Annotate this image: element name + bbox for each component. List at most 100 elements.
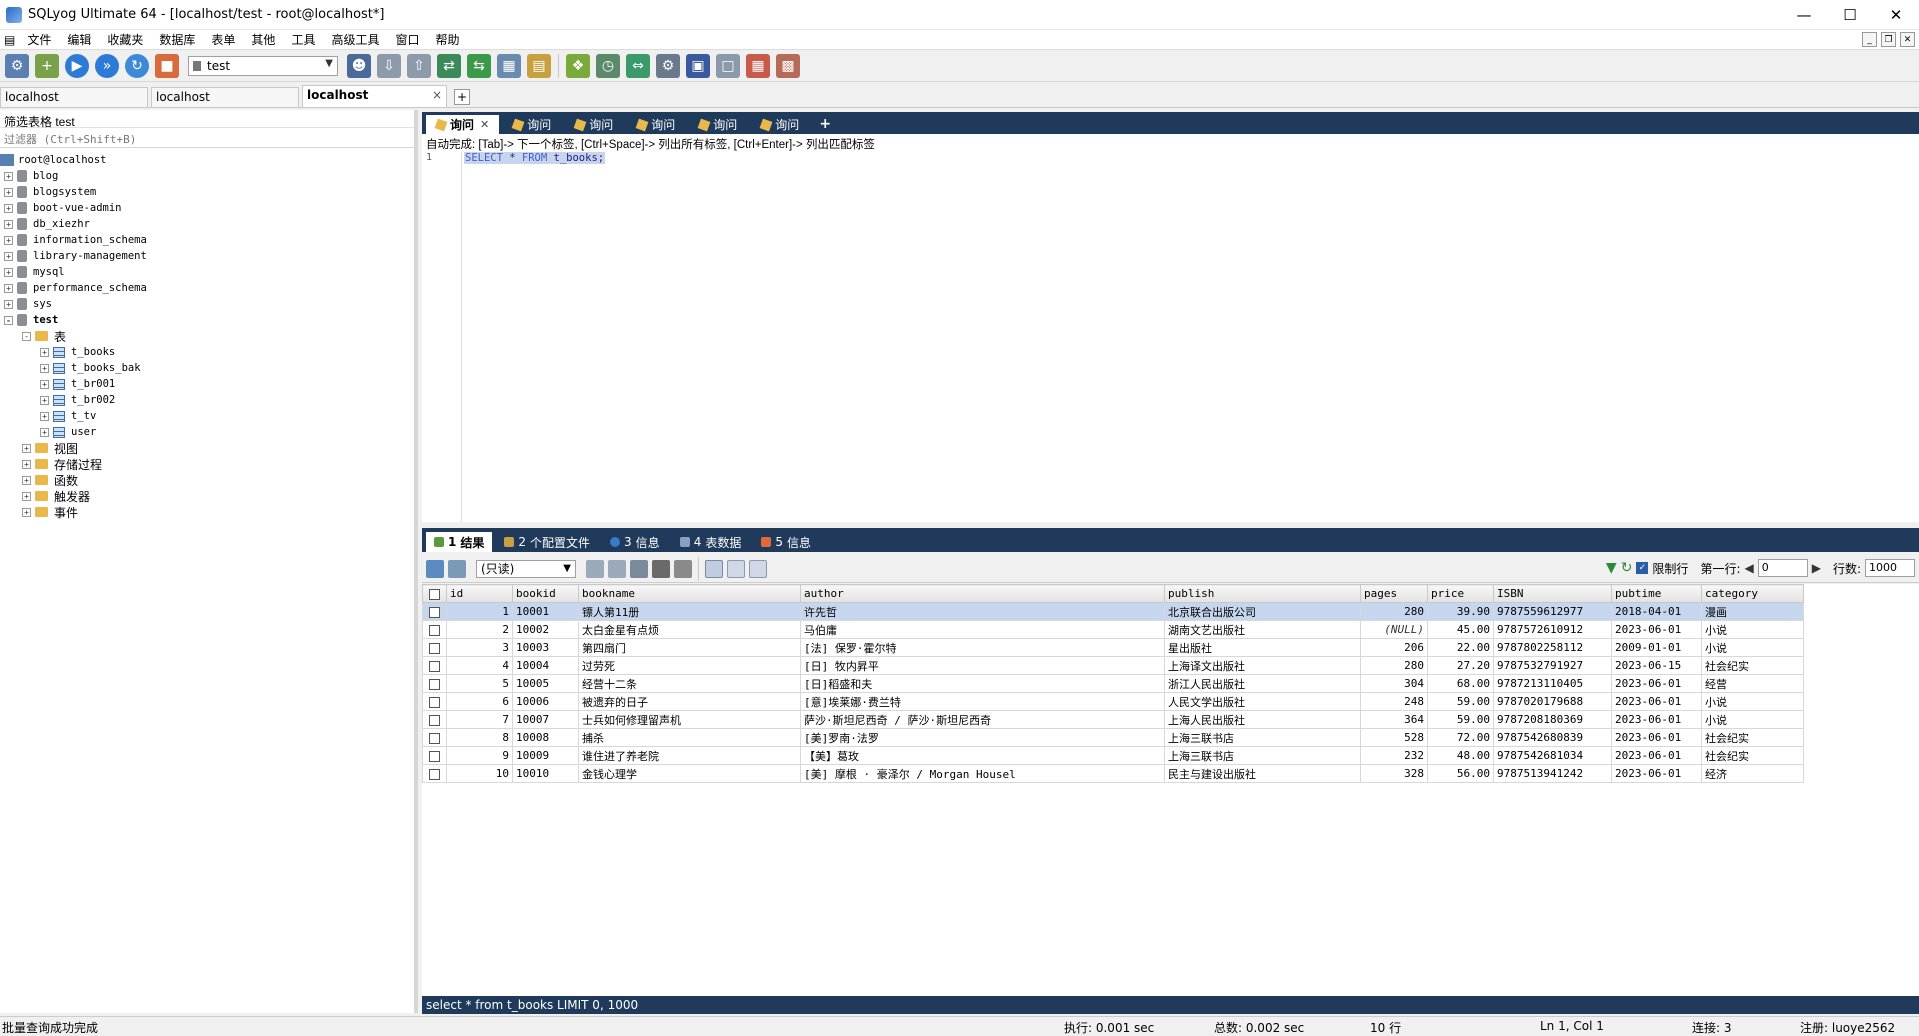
- cell[interactable]: 9787542680839: [1493, 728, 1612, 747]
- tree-table-item[interactable]: + t_br001: [0, 376, 414, 392]
- table-row[interactable]: 3 10003 第四扇门 [法] 保罗·霍尔特 星出版社 206 22.00 97878022…: [422, 638, 1804, 657]
- cell[interactable]: 太白金星有点烦: [578, 620, 801, 639]
- cell[interactable]: 2023-06-01: [1611, 692, 1702, 711]
- tree-folder-triggers[interactable]: + 触发器: [0, 488, 414, 504]
- filter-input[interactable]: 过滤器 (Ctrl+Shift+B): [0, 128, 414, 148]
- server-icon[interactable]: ▣: [686, 53, 710, 78]
- cell[interactable]: 捕杀: [578, 728, 801, 747]
- new-query-icon[interactable]: +: [35, 53, 59, 78]
- prev-page-icon[interactable]: ◀: [1744, 561, 1753, 575]
- schema-sync-icon[interactable]: ▩: [776, 53, 800, 78]
- cell[interactable]: 过劳死: [578, 656, 801, 675]
- add-query-tab-button[interactable]: +: [819, 116, 831, 132]
- tree-db-item[interactable]: + blogsystem: [0, 184, 414, 200]
- table-row[interactable]: 9 10009 谁住进了养老院 【美】葛玫 上海三联书店 232 48.00 97875426…: [422, 746, 1804, 765]
- mdi-doc-icon[interactable]: ▤: [0, 33, 19, 47]
- cell[interactable]: 10007: [512, 710, 579, 729]
- cell[interactable]: 232: [1360, 746, 1428, 765]
- table-row[interactable]: 1 10001 镖人第11册 许先哲 北京联合出版公司 280 39.90 978755961…: [422, 602, 1804, 621]
- expand-icon[interactable]: +: [22, 459, 31, 469]
- expand-icon[interactable]: +: [4, 299, 13, 309]
- execute-all-icon[interactable]: »: [95, 53, 119, 78]
- execute-query-icon[interactable]: ▶: [65, 53, 89, 78]
- table-diagnostics-icon[interactable]: ▦: [746, 53, 770, 78]
- cell[interactable]: 4: [446, 656, 513, 675]
- close-tab-icon[interactable]: ✕: [480, 118, 489, 131]
- cell[interactable]: 9787532791927: [1493, 656, 1612, 675]
- table-row[interactable]: 6 10006 被遗弃的日子 [意]埃莱娜·费兰特 人民文学出版社 248 59.00 978…: [422, 692, 1804, 711]
- column-header[interactable]: bookid: [512, 584, 579, 603]
- result-tab[interactable]: 3 信息: [602, 532, 668, 552]
- cell[interactable]: 上海三联书店: [1164, 728, 1361, 747]
- connection-tab[interactable]: localhost: [151, 87, 299, 107]
- tree-folder-views[interactable]: + 视图: [0, 440, 414, 456]
- row-checkbox[interactable]: [422, 710, 447, 729]
- column-header[interactable]: author: [800, 584, 1165, 603]
- tree-root[interactable]: root@localhost: [0, 152, 414, 168]
- cell[interactable]: 9787542681034: [1493, 746, 1612, 765]
- cell[interactable]: 2023-06-01: [1611, 764, 1702, 783]
- sql-editor[interactable]: 1 SELECT * FROM t_books;: [422, 152, 1919, 522]
- cell[interactable]: 9787572610912: [1493, 620, 1612, 639]
- row-checkbox[interactable]: [422, 656, 447, 675]
- expand-icon[interactable]: +: [22, 507, 31, 517]
- cell[interactable]: 马伯庸: [800, 620, 1165, 639]
- cell[interactable]: 45.00: [1427, 620, 1494, 639]
- connection-tab-active[interactable]: localhost ×: [302, 85, 447, 107]
- user-manager-icon[interactable]: ☻: [347, 53, 371, 78]
- cell[interactable]: 206: [1360, 638, 1428, 657]
- cell[interactable]: 9787213110405: [1493, 674, 1612, 693]
- expand-icon[interactable]: +: [4, 283, 13, 293]
- cell[interactable]: 【美】葛玫: [800, 746, 1165, 765]
- filter-icon[interactable]: ▼: [1606, 560, 1617, 576]
- row-checkbox[interactable]: [422, 692, 447, 711]
- row-checkbox[interactable]: [422, 728, 447, 747]
- designer-icon[interactable]: ▤: [527, 53, 551, 78]
- cell[interactable]: 364: [1360, 710, 1428, 729]
- cell[interactable]: [日]稻盛和夫: [800, 674, 1165, 693]
- minimize-button[interactable]: —: [1781, 0, 1827, 30]
- delete-icon[interactable]: [652, 559, 670, 578]
- cell[interactable]: 上海人民出版社: [1164, 710, 1361, 729]
- cell[interactable]: 10010: [512, 764, 579, 783]
- tree-db-item[interactable]: + information_schema: [0, 232, 414, 248]
- cell[interactable]: 9787802258112: [1493, 638, 1612, 657]
- tree-db-item[interactable]: + library-management: [0, 248, 414, 264]
- cell[interactable]: 7: [446, 710, 513, 729]
- expand-icon[interactable]: +: [40, 347, 49, 357]
- cell[interactable]: 10001: [512, 602, 579, 621]
- cell[interactable]: 小说: [1701, 638, 1804, 657]
- import-icon[interactable]: ⇄: [437, 53, 461, 78]
- cell[interactable]: [法] 保罗·霍尔特: [800, 638, 1165, 657]
- table-row[interactable]: 7 10007 士兵如何修理留声机 萨沙·斯坦尼西奇 / 萨沙·斯坦尼西奇 上海人民出版…: [422, 710, 1804, 729]
- first-row-input[interactable]: 0: [1757, 559, 1808, 577]
- export-icon[interactable]: [448, 559, 466, 578]
- refresh-icon[interactable]: ↻: [1621, 560, 1633, 576]
- expand-icon[interactable]: +: [40, 395, 49, 405]
- text-mode-icon[interactable]: [749, 559, 767, 578]
- cell[interactable]: 3: [446, 638, 513, 657]
- table-row[interactable]: 8 10008 捕杀 [美]罗南·法罗 上海三联书店 528 72.00 9787542680…: [422, 728, 1804, 747]
- column-header[interactable]: ISBN: [1493, 584, 1612, 603]
- cell[interactable]: 2023-06-01: [1611, 620, 1702, 639]
- next-page-icon[interactable]: ▶: [1812, 561, 1821, 575]
- table-row[interactable]: 5 10005 经营十二条 [日]稻盛和夫 浙江人民出版社 304 68.00 9787213…: [422, 674, 1804, 693]
- column-header[interactable]: publish: [1164, 584, 1361, 603]
- tree-table-item[interactable]: + t_br002: [0, 392, 414, 408]
- cell[interactable]: [美]罗南·法罗: [800, 728, 1165, 747]
- cell[interactable]: 68.00: [1427, 674, 1494, 693]
- column-header[interactable]: id: [446, 584, 513, 603]
- menu-table[interactable]: 表单: [203, 31, 243, 48]
- scheduler-icon[interactable]: ◷: [596, 53, 620, 78]
- monitor-icon[interactable]: □: [716, 53, 740, 78]
- data-sync-icon[interactable]: ⇔: [626, 53, 650, 78]
- cell[interactable]: 金钱心理学: [578, 764, 801, 783]
- cell[interactable]: 10005: [512, 674, 579, 693]
- menu-database[interactable]: 数据库: [151, 31, 203, 48]
- row-checkbox[interactable]: [422, 746, 447, 765]
- cell[interactable]: 9787559612977: [1493, 602, 1612, 621]
- cell[interactable]: 浙江人民出版社: [1164, 674, 1361, 693]
- cell[interactable]: 59.00: [1427, 692, 1494, 711]
- expand-icon[interactable]: +: [4, 187, 13, 197]
- cell[interactable]: 上海译文出版社: [1164, 656, 1361, 675]
